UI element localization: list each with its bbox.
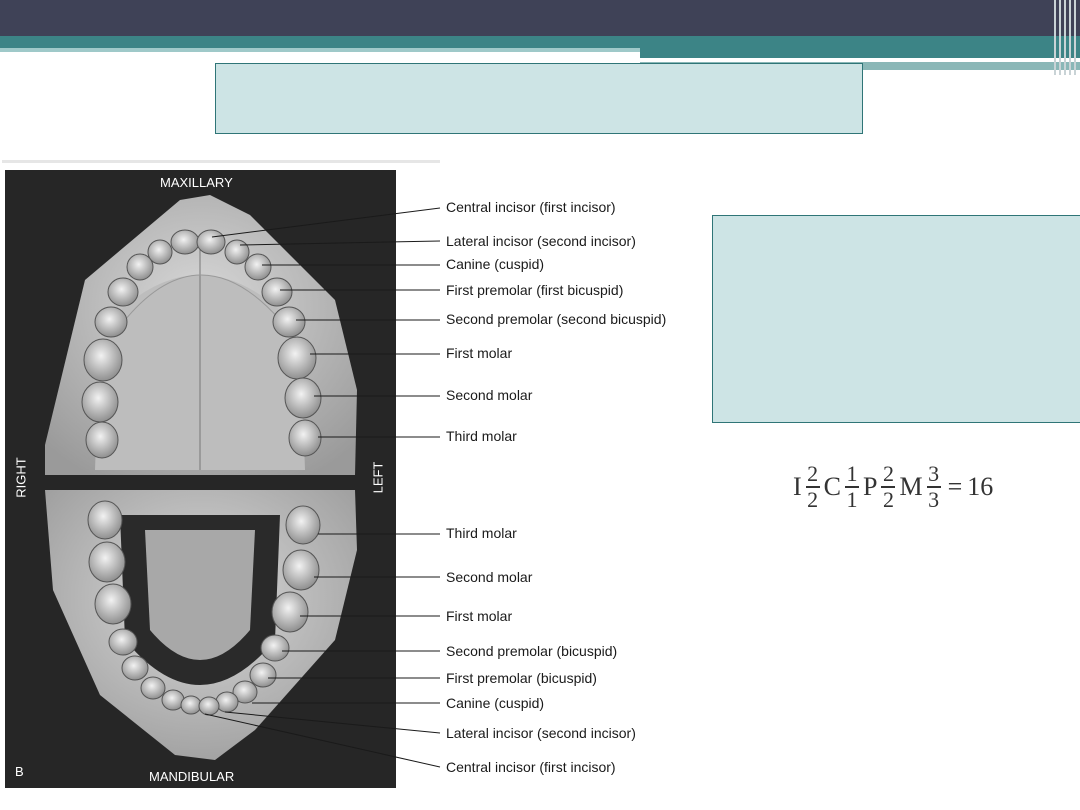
formula-incisor-top: 2 xyxy=(807,461,819,487)
formula-canine-bottom: 1 xyxy=(846,486,858,512)
formula-canine-symbol: C xyxy=(823,472,842,501)
formula-molar-symbol: M xyxy=(899,472,923,501)
formula-molar-fraction: 3 3 xyxy=(926,461,941,512)
formula-incisor-symbol: I xyxy=(793,472,802,501)
formula-equals: = xyxy=(947,472,963,501)
formula-incisor-fraction: 2 2 xyxy=(805,461,820,512)
formula-premolar-bottom: 2 xyxy=(882,486,894,512)
formula-premolar-top: 2 xyxy=(882,461,894,487)
formula-molar-bottom: 3 xyxy=(928,486,940,512)
formula-total: 16 xyxy=(967,472,994,501)
formula-molar-top: 3 xyxy=(928,461,940,487)
content-box[interactable] xyxy=(712,215,1080,423)
formula-incisor-bottom: 2 xyxy=(807,486,819,512)
formula-premolar-symbol: P xyxy=(863,472,878,501)
formula-premolar-fraction: 2 2 xyxy=(881,461,896,512)
dental-formula: I 2 2 C 1 1 P 2 2 M 3 3 = 16 xyxy=(792,455,994,519)
formula-canine-top: 1 xyxy=(846,461,858,487)
formula-canine-fraction: 1 1 xyxy=(845,461,860,512)
